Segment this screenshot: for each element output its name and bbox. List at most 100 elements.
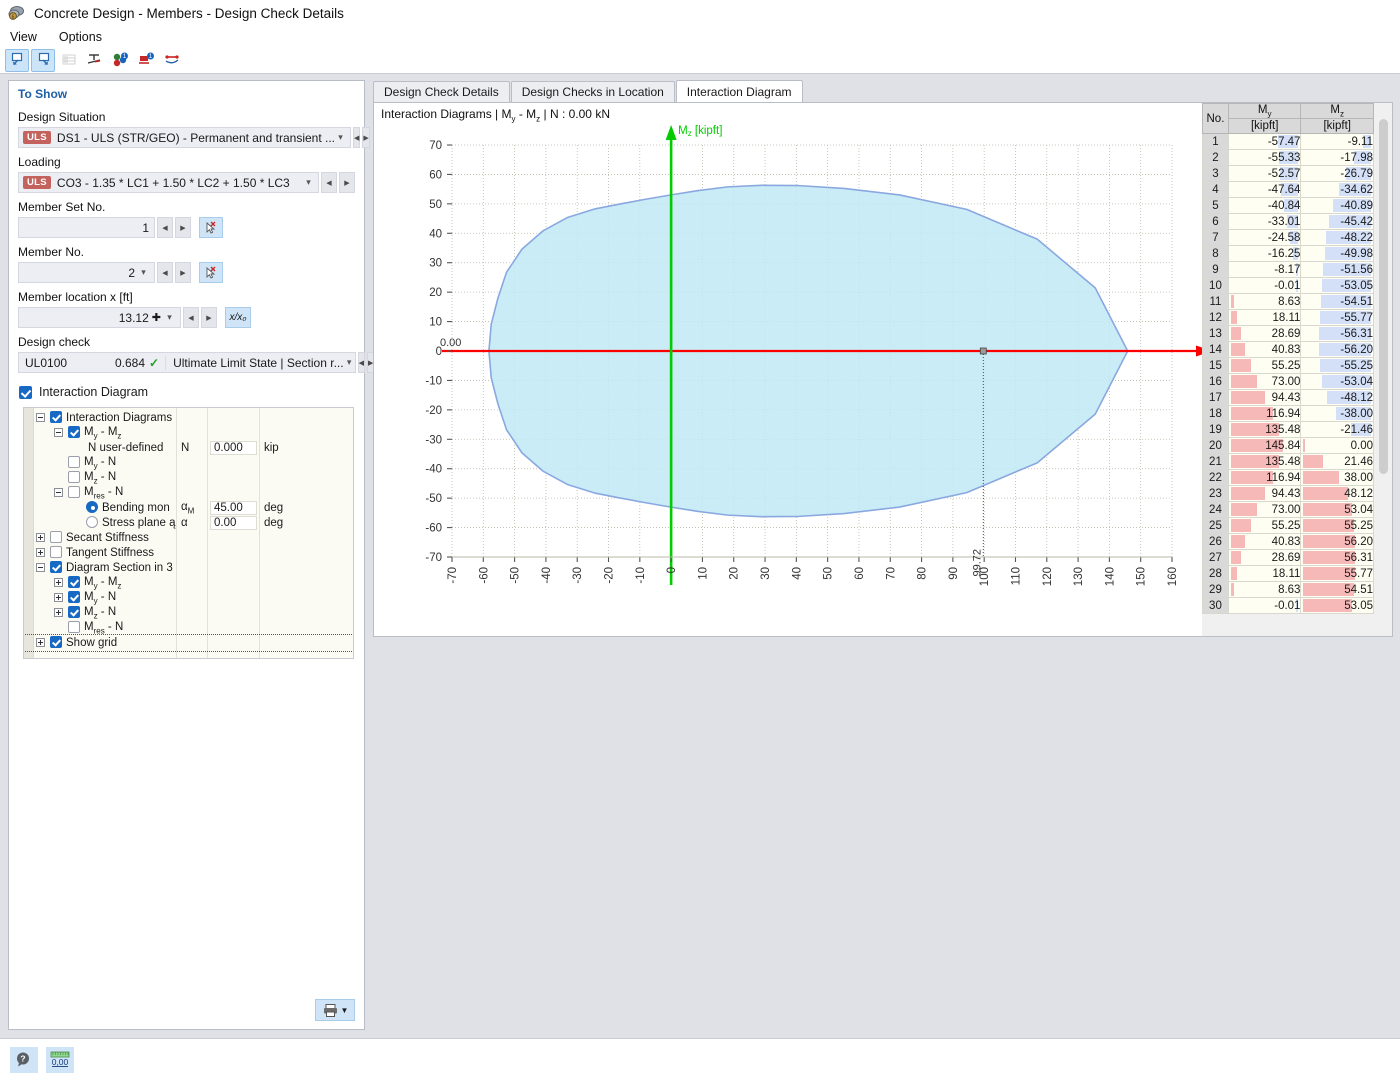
- table-row[interactable]: 1218.11-55.77: [1203, 310, 1374, 326]
- table-cell[interactable]: 55.25: [1228, 518, 1301, 534]
- table-cell[interactable]: 94.43: [1228, 390, 1301, 406]
- table-row[interactable]: 1-57.47-9.11: [1203, 134, 1374, 150]
- tree-checkbox[interactable]: [68, 426, 80, 438]
- table-row[interactable]: 2818.1155.77: [1203, 566, 1374, 582]
- member-no-next-button[interactable]: ▶: [175, 262, 191, 283]
- loading-select[interactable]: ULS CO3 - 1.35 * LC1 + 1.50 * LC2 + 1.50…: [18, 172, 319, 193]
- table-view-icon[interactable]: [57, 49, 81, 72]
- table-cell[interactable]: 56.31: [1301, 550, 1374, 566]
- tree-row[interactable]: Mz - N: [24, 470, 353, 486]
- table-cell[interactable]: -40.84: [1228, 198, 1301, 214]
- diagram-icon[interactable]: [161, 49, 185, 72]
- tree-checkbox[interactable]: [68, 606, 80, 618]
- interaction-diagram-toggle[interactable]: Interaction Diagram: [9, 373, 364, 405]
- member-no-input[interactable]: 2 ▾: [18, 262, 155, 283]
- table-cell[interactable]: -38.00: [1301, 406, 1374, 422]
- table-cell[interactable]: 28.69: [1228, 326, 1301, 342]
- table-cell[interactable]: 38.00: [1301, 470, 1374, 486]
- table-row[interactable]: 22116.9438.00: [1203, 470, 1374, 486]
- table-cell[interactable]: 55.77: [1301, 566, 1374, 582]
- table-cell[interactable]: -0.01: [1228, 278, 1301, 294]
- design-situation-next-button[interactable]: ▶: [362, 127, 369, 148]
- table-cell[interactable]: -47.64: [1228, 182, 1301, 198]
- table-cell[interactable]: -54.51: [1301, 294, 1374, 310]
- tree-row[interactable]: My - Mz: [24, 425, 353, 441]
- tree-checkbox[interactable]: [68, 576, 80, 588]
- tree-checkbox[interactable]: [68, 456, 80, 468]
- expand-icon[interactable]: [54, 593, 63, 602]
- undo-view-icon[interactable]: [5, 49, 29, 72]
- table-cell[interactable]: -55.25: [1301, 358, 1374, 374]
- table-cell[interactable]: 40.83: [1228, 342, 1301, 358]
- table-cell[interactable]: 53.04: [1301, 502, 1374, 518]
- design-check-prev-button[interactable]: ◀: [358, 352, 365, 373]
- menu-item-view[interactable]: View: [10, 30, 37, 44]
- tree-radio[interactable]: [86, 501, 98, 513]
- table-row[interactable]: 4-47.64-34.62: [1203, 182, 1374, 198]
- table-cell[interactable]: -45.42: [1301, 214, 1374, 230]
- table-cell[interactable]: 8.63: [1228, 582, 1301, 598]
- collapse-icon[interactable]: [36, 563, 45, 572]
- tree-row[interactable]: My - N: [24, 590, 353, 606]
- table-row[interactable]: 2473.0053.04: [1203, 502, 1374, 518]
- table-row[interactable]: 9-8.17-51.56: [1203, 262, 1374, 278]
- table-cell[interactable]: -53.05: [1301, 278, 1374, 294]
- chevron-down-icon[interactable]: ▾: [344, 357, 355, 368]
- tree-checkbox[interactable]: [50, 411, 62, 423]
- table-cell[interactable]: -52.57: [1228, 166, 1301, 182]
- table-cell[interactable]: -55.77: [1301, 310, 1374, 326]
- table-cell[interactable]: 135.48: [1228, 422, 1301, 438]
- member-set-no-input[interactable]: 1: [18, 217, 155, 238]
- table-cell[interactable]: 53.05: [1301, 598, 1374, 614]
- tree-row-value[interactable]: 45.00: [210, 501, 257, 515]
- table-cell[interactable]: -24.58: [1228, 230, 1301, 246]
- loading-next-button[interactable]: ▶: [339, 172, 355, 193]
- table-cell[interactable]: 55.25: [1301, 518, 1374, 534]
- table-row[interactable]: 2728.6956.31: [1203, 550, 1374, 566]
- expand-icon[interactable]: [36, 638, 45, 647]
- member-location-prev-button[interactable]: ◀: [183, 307, 199, 328]
- table-row[interactable]: 2-55.33-17.98: [1203, 150, 1374, 166]
- member-no-prev-button[interactable]: ◀: [157, 262, 173, 283]
- table-row[interactable]: 21135.4821.46: [1203, 454, 1374, 470]
- table-cell[interactable]: 54.51: [1301, 582, 1374, 598]
- table-row[interactable]: 2640.8356.20: [1203, 534, 1374, 550]
- collapse-icon[interactable]: [36, 413, 45, 422]
- table-cell[interactable]: -40.89: [1301, 198, 1374, 214]
- table-cell[interactable]: 73.00: [1228, 502, 1301, 518]
- table-row[interactable]: 298.6354.51: [1203, 582, 1374, 598]
- table-row[interactable]: 2394.4348.12: [1203, 486, 1374, 502]
- tree-checkbox[interactable]: [50, 546, 62, 558]
- member-set-no-next-button[interactable]: ▶: [175, 217, 191, 238]
- table-row[interactable]: 10-0.01-53.05: [1203, 278, 1374, 294]
- tree-checkbox[interactable]: [50, 636, 62, 648]
- table-row[interactable]: 1328.69-56.31: [1203, 326, 1374, 342]
- support-results-icon[interactable]: 1: [135, 49, 159, 72]
- table-row[interactable]: 1673.00-53.04: [1203, 374, 1374, 390]
- table-cell[interactable]: -57.47: [1228, 134, 1301, 150]
- table-cell[interactable]: -55.33: [1228, 150, 1301, 166]
- tree-checkbox[interactable]: [50, 531, 62, 543]
- table-row[interactable]: 19135.48-21.46: [1203, 422, 1374, 438]
- table-cell[interactable]: -26.79: [1301, 166, 1374, 182]
- table-cell[interactable]: 116.94: [1228, 470, 1301, 486]
- table-cell[interactable]: -56.31: [1301, 326, 1374, 342]
- tree-checkbox[interactable]: [68, 486, 80, 498]
- tree-checkbox[interactable]: [68, 621, 80, 633]
- tree-radio[interactable]: [86, 516, 98, 528]
- chevron-down-icon[interactable]: ▾: [164, 312, 175, 323]
- table-row[interactable]: 20145.840.00: [1203, 438, 1374, 454]
- tree-row[interactable]: Mres - N: [24, 485, 353, 501]
- table-row[interactable]: 1440.83-56.20: [1203, 342, 1374, 358]
- tree-row[interactable]: Tangent Stiffness: [24, 545, 353, 561]
- table-cell[interactable]: 135.48: [1228, 454, 1301, 470]
- tree-row[interactable]: Diagram Section in 3: [24, 560, 353, 576]
- units-button[interactable]: 0,00: [46, 1047, 74, 1073]
- interaction-diagram-checkbox[interactable]: [19, 386, 32, 399]
- table-cell[interactable]: 0.00: [1301, 438, 1374, 454]
- expand-icon[interactable]: [36, 548, 45, 557]
- table-row[interactable]: 18116.94-38.00: [1203, 406, 1374, 422]
- chevron-down-icon[interactable]: ▾: [138, 267, 149, 278]
- tree-row[interactable]: Bending monαM45.00deg: [24, 500, 353, 516]
- table-row[interactable]: 1555.25-55.25: [1203, 358, 1374, 374]
